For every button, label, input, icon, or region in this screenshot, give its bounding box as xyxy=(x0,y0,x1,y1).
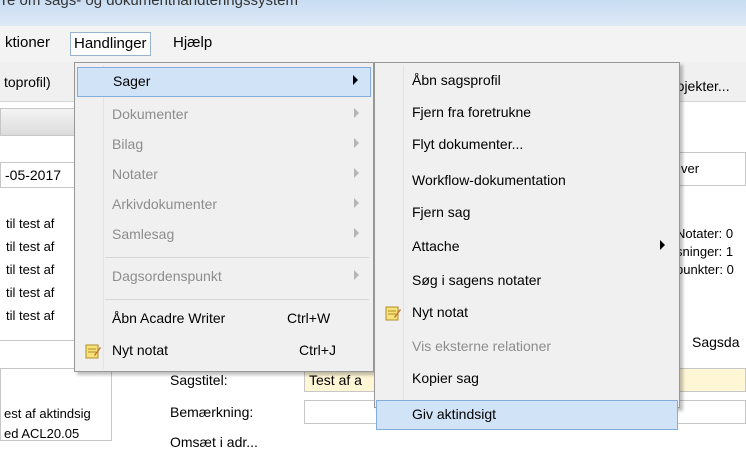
submenu-arrow-icon xyxy=(354,138,359,148)
menu-shortcut: Ctrl+J xyxy=(299,342,336,358)
menu-item-label: Nyt notat xyxy=(112,342,169,358)
submenu-arrow-icon xyxy=(353,75,358,85)
toolbar-button-profil[interactable]: toprofil) xyxy=(4,74,51,90)
handlinger-menu: Sager Dokumenter Bilag Notater Arkivdoku… xyxy=(74,62,374,372)
menu-item-label: Fjern fra foretrukne xyxy=(412,104,532,120)
list-item[interactable]: til test af xyxy=(6,216,54,231)
menu-handlinger[interactable]: Handlinger xyxy=(70,32,151,56)
menu-item-label: Workflow-dokumentation xyxy=(412,172,566,188)
menu-item-label: Bilag xyxy=(112,136,144,152)
menu-item-soeg-i-sagens-notater[interactable]: Søg i sagens notater xyxy=(377,267,677,297)
menu-item-label: Samlesag xyxy=(112,226,175,242)
menu-item-label: Attache xyxy=(412,238,460,254)
partial-field-label: Omsæt i adr... xyxy=(170,434,258,450)
menu-item-label: Fjern sag xyxy=(412,204,471,220)
bemaerkning-label: Bemærkning: xyxy=(170,404,254,420)
submenu-arrow-icon xyxy=(354,270,359,280)
note-icon xyxy=(85,344,101,359)
menu-item-label: Vis eksterne relationer xyxy=(412,338,552,354)
menu-item-fjern-sag[interactable]: Fjern sag xyxy=(377,199,677,229)
menu-item-aabn-sagsprofil[interactable]: Åbn sagsprofil xyxy=(377,67,677,97)
menu-hjaelp[interactable]: Hjælp xyxy=(170,32,215,56)
sagsdato-label: Sagsda xyxy=(692,334,740,350)
menu-item-label: Åbn Acadre Writer xyxy=(112,310,226,326)
menu-item-notater[interactable]: Notater xyxy=(77,161,371,191)
menu-item-arkivdokumenter[interactable]: Arkivdokumenter xyxy=(77,191,371,221)
menu-item-bilag[interactable]: Bilag xyxy=(77,131,371,161)
submenu-arrow-icon xyxy=(354,108,359,118)
menu-item-fjern-fra-foretrukne[interactable]: Fjern fra foretrukne xyxy=(377,99,677,129)
list-item[interactable]: til test af xyxy=(6,262,54,277)
sager-submenu: Åbn sagsprofil Fjern fra foretrukne Flyt… xyxy=(374,62,680,408)
note-icon xyxy=(385,306,401,321)
punkter-count: punkter: 0 xyxy=(676,262,734,277)
window-title: re om sags- og dokumenthåndteringssystem xyxy=(2,0,298,9)
menu-item-attache[interactable]: Attache xyxy=(377,233,677,263)
menu-item-nyt-notat[interactable]: Nyt notat xyxy=(377,299,677,329)
list-item[interactable]: til test af xyxy=(6,285,54,300)
menu-separator xyxy=(105,299,369,300)
sagstitel-value: Test af a xyxy=(309,372,362,388)
menu-item-label: Åbn sagsprofil xyxy=(412,72,501,88)
menu-item-dokumenter[interactable]: Dokumenter xyxy=(77,101,371,131)
menu-item-label: Flyt dokumenter... xyxy=(412,136,524,152)
notater-count: Notater: 0 xyxy=(676,226,734,241)
sagstitel-label: Sagstitel: xyxy=(170,372,228,388)
window-title-bar: re om sags- og dokumenthåndteringssystem xyxy=(0,0,746,26)
submenu-arrow-icon xyxy=(354,228,359,238)
menu-item-flyt-dokumenter[interactable]: Flyt dokumenter... xyxy=(377,131,677,161)
menu-handlinger-label: Handlinger xyxy=(74,35,147,52)
menu-item-workflow-dokumentation[interactable]: Workflow-dokumentation xyxy=(377,167,677,197)
tab-ver[interactable]: ver xyxy=(676,152,746,186)
menu-item-vis-eksterne-relationer[interactable]: Vis eksterne relationer xyxy=(377,333,677,363)
menu-bar: ktioner Handlinger Hjælp xyxy=(0,26,746,62)
menu-item-samlesag[interactable]: Samlesag xyxy=(77,221,371,251)
menu-item-sager[interactable]: Sager xyxy=(77,67,371,97)
menu-item-label: Dagsordenspunkt xyxy=(112,268,222,284)
menu-item-label: Søg i sagens notater xyxy=(412,272,542,288)
submenu-arrow-icon xyxy=(354,198,359,208)
date-value: -05-2017 xyxy=(5,167,62,183)
menu-shortcut: Ctrl+W xyxy=(287,310,331,326)
submenu-arrow-icon xyxy=(354,168,359,178)
menu-item-label: Nyt notat xyxy=(412,304,469,320)
list-item[interactable]: est af aktindsig xyxy=(4,406,91,421)
toolbar-button-projekter[interactable]: rojekter... xyxy=(672,78,730,94)
menu-item-label: Arkivdokumenter xyxy=(112,196,218,212)
menu-item-dagsordenspunkt[interactable]: Dagsordenspunkt xyxy=(77,263,371,293)
menu-funktioner[interactable]: ktioner xyxy=(2,32,53,56)
menu-item-kopier-sag[interactable]: Kopier sag xyxy=(377,365,677,395)
menu-item-label: Sager xyxy=(113,73,151,89)
menu-item-label: Giv aktindsigt xyxy=(412,406,497,422)
list-item[interactable]: til test af xyxy=(6,239,54,254)
menu-item-label: Kopier sag xyxy=(412,370,479,386)
menu-item-aabn-acadre-writer[interactable]: Åbn Acadre Writer Ctrl+W xyxy=(77,305,371,335)
tab-ver-label: ver xyxy=(681,161,700,176)
menu-item-giv-aktindsigt[interactable]: Giv aktindsigt xyxy=(376,400,678,430)
menu-item-label: Notater xyxy=(112,166,158,182)
list-item[interactable]: ed ACL20.05 xyxy=(4,426,79,441)
list-item[interactable]: til test af xyxy=(6,308,54,323)
henvisninger-count: sninger: 1 xyxy=(676,244,734,259)
menu-item-nyt-notat[interactable]: Nyt notat Ctrl+J xyxy=(77,337,371,367)
menu-item-label: Dokumenter xyxy=(112,106,189,122)
submenu-arrow-icon xyxy=(660,240,665,250)
menu-separator xyxy=(105,257,369,258)
